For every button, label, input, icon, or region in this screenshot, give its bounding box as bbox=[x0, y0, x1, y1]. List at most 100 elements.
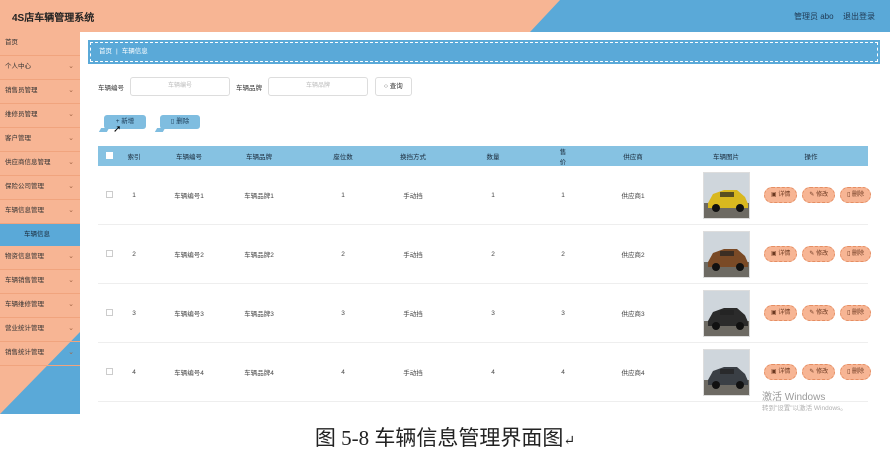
car-photo[interactable] bbox=[702, 230, 750, 278]
batch-delete-label: 删除 bbox=[176, 118, 190, 125]
vehicle-no-input[interactable]: 车辆编号 bbox=[130, 77, 230, 96]
cell-supplier: 供应商4 bbox=[621, 370, 645, 377]
header-ops: 操作 bbox=[804, 154, 818, 161]
delete-button[interactable]: ▯ 删除 bbox=[840, 305, 872, 321]
edit-button-label: 修改 bbox=[816, 251, 829, 257]
edit-button[interactable]: ✎ 修改 bbox=[802, 246, 836, 262]
select-all-cell bbox=[98, 151, 120, 161]
cell-vehicle-no: 车辆编号3 bbox=[174, 311, 204, 318]
brand-input[interactable]: 车辆品牌 bbox=[268, 77, 368, 96]
windows-watermark-sub: 转到"设置"以激活 Windows。 bbox=[762, 405, 847, 412]
cell-transmission: 手动挡 bbox=[403, 370, 423, 377]
cell-index: 2 bbox=[132, 250, 136, 258]
select-all-checkbox[interactable] bbox=[105, 151, 113, 159]
sidebar-item-label: 销售员管理 bbox=[5, 87, 38, 94]
detail-button-label: 详情 bbox=[778, 192, 791, 198]
cell-vehicle-no: 车辆编号2 bbox=[174, 252, 204, 259]
table-row[interactable]: 1 车辆编号1 车辆品牌1 1 手动挡 1 1 供应商1 ▣ 详情 ✎ 修改 ▯ 删除 bbox=[98, 166, 872, 225]
edit-button[interactable]: ✎ 修改 bbox=[802, 364, 836, 380]
delete-button[interactable]: ▯ 删除 bbox=[840, 246, 872, 262]
current-user: 管理员 abo bbox=[794, 12, 834, 21]
sidebar-item-label: 营业统计管理 bbox=[5, 325, 44, 332]
sidebar-item-11[interactable]: 营业统计管理 ⌄ bbox=[0, 318, 80, 342]
table-row[interactable]: 4 车辆编号4 车辆品牌4 4 手动挡 4 4 供应商4 ▣ 详情 ✎ 修改 ▯ 删除 bbox=[98, 343, 872, 402]
breadcrumb-separator: | bbox=[116, 48, 118, 55]
edit-button[interactable]: ✎ 修改 bbox=[802, 187, 836, 203]
sidebar-item-8[interactable]: 物资信息管理 ⌄ bbox=[0, 246, 80, 270]
breadcrumb-home[interactable]: 首页 bbox=[99, 48, 112, 55]
sidebar-item-10[interactable]: 车辆维修管理 ⌄ bbox=[0, 294, 80, 318]
detail-button[interactable]: ▣ 详情 bbox=[764, 187, 798, 203]
sidebar-item-5[interactable]: 供应商信息管理 ⌄ bbox=[0, 152, 80, 176]
header-seats: 座位数 bbox=[333, 154, 353, 161]
row-checkbox[interactable] bbox=[105, 367, 113, 375]
return-mark-icon: ↵ bbox=[563, 434, 576, 449]
row-checkbox[interactable] bbox=[105, 249, 113, 257]
row-checkbox[interactable] bbox=[105, 308, 113, 316]
chevron-down-icon: ⌄ bbox=[68, 349, 74, 356]
header-quantity: 数量 bbox=[486, 154, 500, 161]
sidebar-item-7[interactable]: 车辆信息管理 ⌄ bbox=[0, 200, 80, 224]
cell-image bbox=[698, 289, 754, 337]
header-transmission: 换挡方式 bbox=[400, 154, 426, 161]
logout-link[interactable]: 退出登录 bbox=[843, 11, 875, 22]
header-brand: 车辆品牌 bbox=[246, 154, 272, 161]
vehicle-table: 索引 车辆编号 车辆品牌 座位数 换挡方式 数量 售价 供应商 车辆图片 操作 … bbox=[98, 146, 872, 402]
delete-button-label: 删除 bbox=[852, 251, 865, 257]
batch-delete-button[interactable]: ▯ 删除 bbox=[160, 115, 200, 129]
chevron-down-icon: ⌄ bbox=[68, 207, 74, 214]
sidebar-item-label: 车辆信息管理 bbox=[5, 207, 44, 214]
row-select-cell bbox=[98, 367, 120, 377]
breadcrumb: 首页 | 车辆信息 bbox=[88, 40, 880, 64]
add-button-label: 新增 bbox=[121, 118, 135, 125]
detail-button-label: 详情 bbox=[778, 310, 791, 316]
chevron-down-icon: ⌄ bbox=[68, 301, 74, 308]
sidebar-item-3[interactable]: 维修员管理 ⌄ bbox=[0, 104, 80, 128]
sidebar-item-vehicle-info[interactable]: 车辆信息 bbox=[0, 224, 80, 246]
sidebar-item-9[interactable]: 车辆销售管理 ⌄ bbox=[0, 270, 80, 294]
header-index: 索引 bbox=[127, 154, 141, 161]
car-photo[interactable] bbox=[702, 348, 750, 396]
cell-seats: 1 bbox=[341, 191, 345, 199]
sidebar-item-2[interactable]: 销售员管理 ⌄ bbox=[0, 80, 80, 104]
delete-button-label: 删除 bbox=[852, 310, 865, 316]
sidebar-item-1[interactable]: 个人中心 ⌄ bbox=[0, 56, 80, 80]
add-button[interactable]: + 新增 bbox=[104, 115, 146, 129]
sidebar-item-12[interactable]: 销售统计管理 ⌄ bbox=[0, 342, 80, 366]
row-actions: ▣ 详情 ✎ 修改 ▯ 删除 bbox=[754, 305, 872, 321]
detail-button-label: 详情 bbox=[778, 369, 791, 375]
cell-supplier: 供应商1 bbox=[621, 193, 645, 200]
row-checkbox[interactable] bbox=[105, 190, 113, 198]
chevron-down-icon: ⌄ bbox=[68, 87, 74, 94]
query-button[interactable]: ○ 查询 bbox=[375, 77, 412, 96]
row-select-cell bbox=[98, 308, 120, 318]
vehicle-no-label: 车辆编号 bbox=[98, 85, 124, 92]
trash-icon: ▯ bbox=[170, 118, 175, 125]
car-photo[interactable] bbox=[702, 171, 750, 219]
sidebar-item-0[interactable]: 首页 bbox=[0, 32, 80, 56]
chevron-down-icon: ⌄ bbox=[68, 135, 74, 142]
delete-button-label: 删除 bbox=[852, 192, 865, 198]
cell-price: 4 bbox=[561, 368, 565, 376]
detail-button[interactable]: ▣ 详情 bbox=[764, 305, 798, 321]
sidebar-item-6[interactable]: 保险公司管理 ⌄ bbox=[0, 176, 80, 200]
car-photo[interactable] bbox=[702, 289, 750, 337]
delete-button[interactable]: ▯ 删除 bbox=[840, 187, 872, 203]
cell-transmission: 手动挡 bbox=[403, 311, 423, 318]
chevron-down-icon: ⌄ bbox=[68, 159, 74, 166]
table-row[interactable]: 3 车辆编号3 车辆品牌3 3 手动挡 3 3 供应商3 ▣ 详情 ✎ 修改 ▯ 删除 bbox=[98, 284, 872, 343]
row-actions: ▣ 详情 ✎ 修改 ▯ 删除 bbox=[754, 246, 872, 262]
main-content: 首页 | 车辆信息 车辆编号 车辆编号 车辆品牌 车辆品牌 ○ 查询 + 新增 ▯ … bbox=[80, 32, 890, 414]
delete-button[interactable]: ▯ 删除 bbox=[840, 364, 872, 380]
edit-button[interactable]: ✎ 修改 bbox=[802, 305, 836, 321]
detail-button[interactable]: ▣ 详情 bbox=[764, 246, 798, 262]
header-accent bbox=[530, 0, 890, 32]
detail-button-label: 详情 bbox=[778, 251, 791, 257]
sidebar-item-label: 销售统计管理 bbox=[5, 349, 44, 356]
header-image: 车辆图片 bbox=[713, 154, 739, 161]
sidebar-item-label: 车辆销售管理 bbox=[5, 277, 44, 284]
detail-button[interactable]: ▣ 详情 bbox=[764, 364, 798, 380]
chevron-down-icon: ⌄ bbox=[68, 63, 74, 70]
table-row[interactable]: 2 车辆编号2 车辆品牌2 2 手动挡 2 2 供应商2 ▣ 详情 ✎ 修改 ▯ 删除 bbox=[98, 225, 872, 284]
sidebar-item-4[interactable]: 客户管理 ⌄ bbox=[0, 128, 80, 152]
